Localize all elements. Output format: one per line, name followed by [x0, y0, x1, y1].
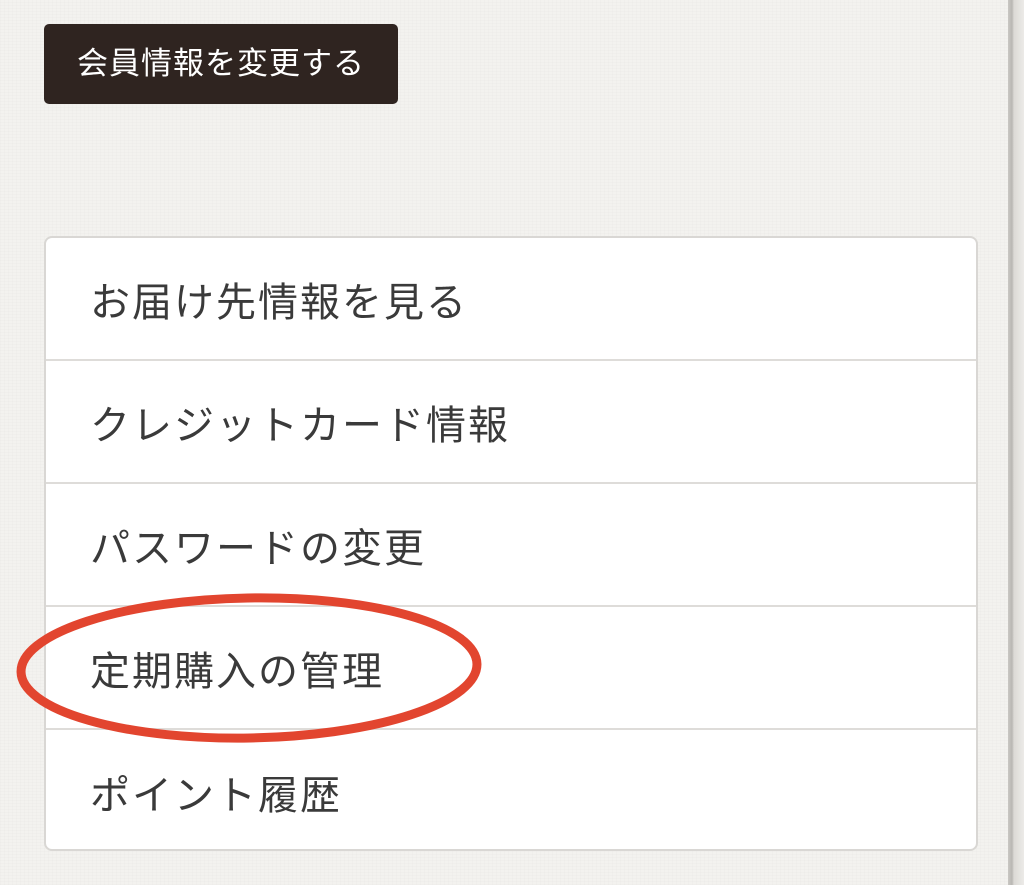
menu-item-point-history[interactable]: ポイント履歴: [46, 730, 976, 849]
menu-item-label: お届け先情報を見る: [90, 279, 468, 326]
scrollbar-track[interactable]: [1008, 0, 1024, 885]
menu-item-credit-card[interactable]: クレジットカード情報: [46, 361, 976, 484]
menu-item-label: クレジットカード情報: [90, 402, 510, 449]
menu-item-label: ポイント履歴: [90, 772, 342, 819]
menu-item-subscription-management[interactable]: 定期購入の管理: [46, 607, 976, 730]
account-menu-list: お届け先情報を見る クレジットカード情報 パスワードの変更 定期購入の管理 ポイ…: [44, 236, 978, 851]
menu-item-change-password[interactable]: パスワードの変更: [46, 484, 976, 607]
menu-item-label: パスワードの変更: [90, 525, 426, 572]
menu-item-label: 定期購入の管理: [90, 648, 384, 695]
menu-item-shipping-address[interactable]: お届け先情報を見る: [46, 238, 976, 361]
edit-member-info-button[interactable]: 会員情報を変更する: [44, 24, 398, 104]
